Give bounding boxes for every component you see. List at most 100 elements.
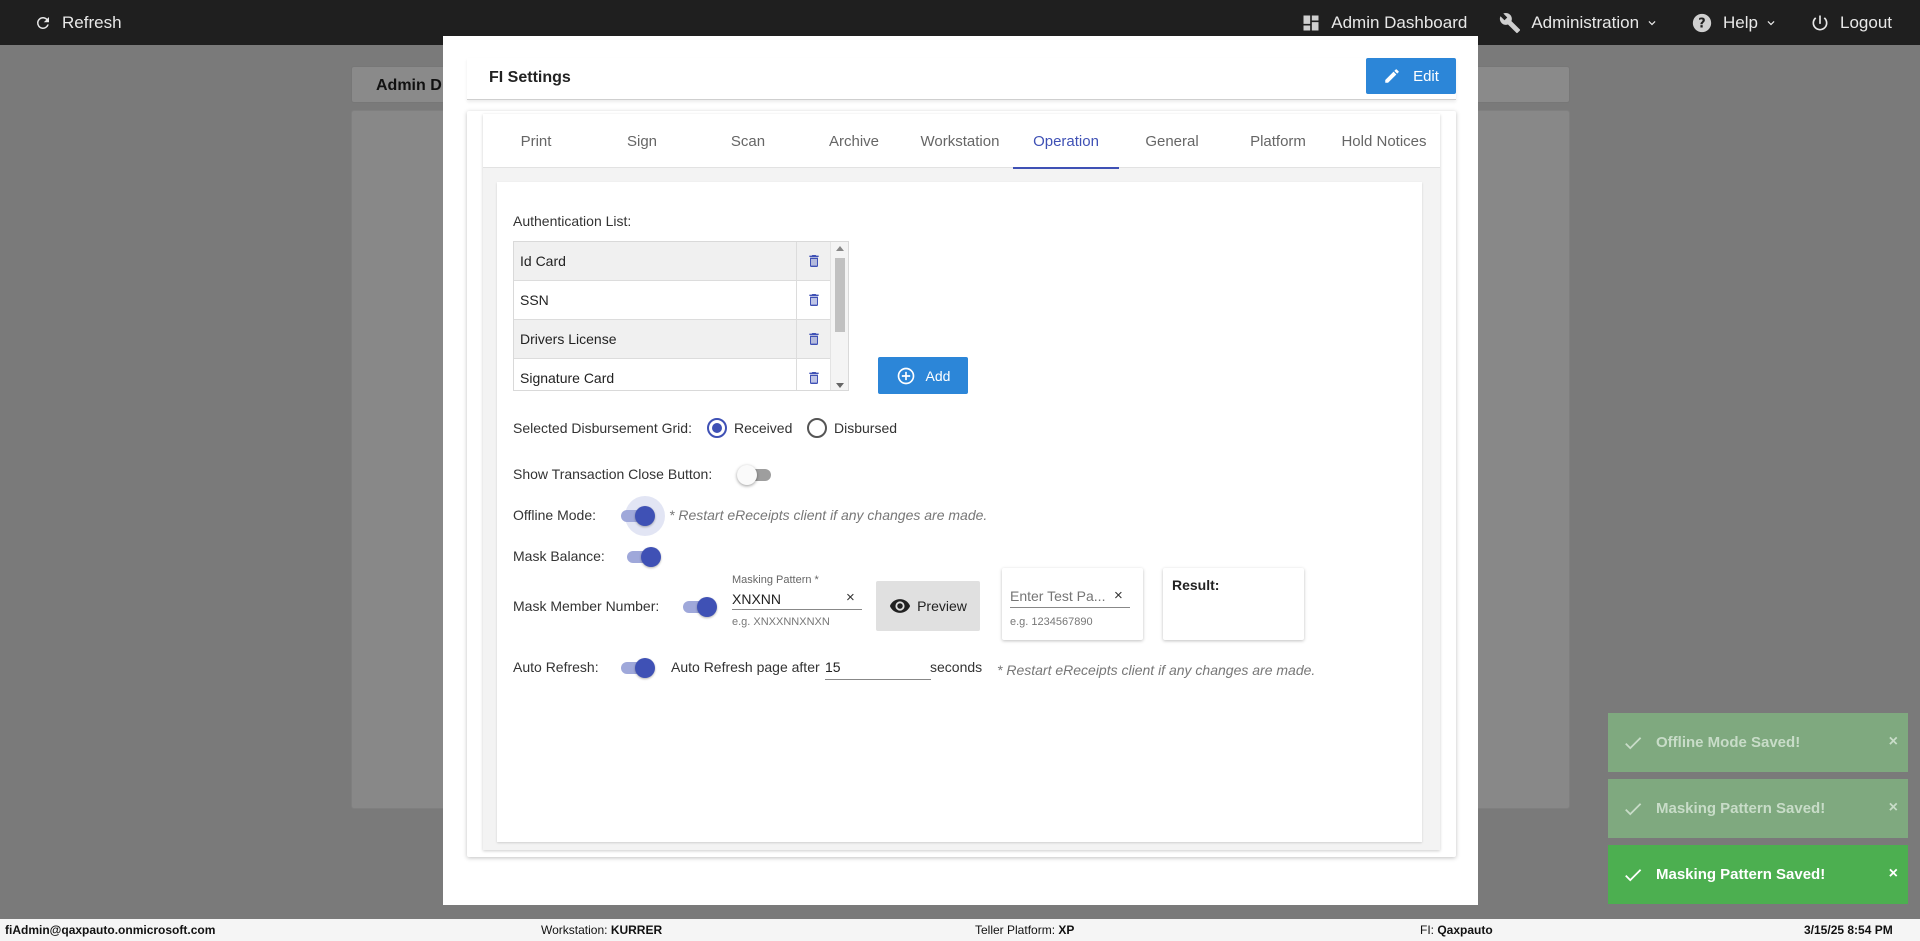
tab-operation[interactable]: Operation [1013, 114, 1119, 169]
status-datetime: 3/15/25 8:54 PM [1804, 923, 1893, 937]
wrench-icon [1499, 12, 1521, 34]
settings-tabs-container: Print Sign Scan Archive Workstation Oper… [483, 114, 1440, 850]
logout-label: Logout [1840, 12, 1892, 32]
eye-icon [889, 595, 911, 617]
list-item-label: Id Card [514, 242, 797, 280]
auto-refresh-seconds-input[interactable] [825, 654, 931, 680]
close-icon[interactable]: × [1889, 865, 1898, 883]
test-pattern-box: × e.g. 1234567890 [1002, 568, 1143, 640]
close-icon[interactable]: × [1889, 733, 1898, 751]
clear-pattern-icon[interactable]: × [846, 589, 855, 606]
transaction-close-label: Show Transaction Close Button: [513, 466, 713, 482]
tab-workstation[interactable]: Workstation [907, 114, 1013, 168]
dashboard-icon [1301, 13, 1321, 33]
radio-received[interactable] [707, 418, 727, 438]
trash-icon[interactable] [797, 320, 831, 358]
settings-card: Print Sign Scan Archive Workstation Oper… [467, 111, 1456, 857]
mask-balance-toggle[interactable] [625, 546, 661, 568]
list-scrollbar[interactable] [830, 242, 848, 390]
admin-dashboard-link[interactable]: Admin Dashboard [1301, 13, 1467, 33]
tab-archive[interactable]: Archive [801, 114, 907, 168]
chevron-down-icon [1764, 16, 1778, 30]
radio-received-label: Received [734, 420, 793, 436]
test-pattern-input[interactable] [1010, 584, 1130, 608]
list-item-label: Drivers License [514, 320, 797, 358]
result-label: Result: [1172, 577, 1220, 593]
transaction-close-toggle[interactable] [737, 464, 773, 486]
auto-refresh-toggle[interactable] [619, 657, 655, 679]
fi-settings-modal: FI Settings Edit Print Sign Scan Archive… [443, 36, 1478, 905]
modal-header: FI Settings Edit [467, 58, 1456, 100]
logout-button[interactable]: Logout [1810, 13, 1892, 33]
add-button[interactable]: Add [878, 357, 968, 394]
tab-print[interactable]: Print [483, 114, 589, 168]
offline-mode-toggle[interactable] [619, 496, 665, 536]
list-item[interactable]: Drivers License [514, 320, 848, 359]
mask-member-label: Mask Member Number: [513, 598, 660, 614]
tab-general[interactable]: General [1119, 114, 1225, 168]
edit-button[interactable]: Edit [1366, 58, 1456, 94]
scroll-down-arrow-icon[interactable] [836, 383, 844, 388]
list-item[interactable]: SSN [514, 281, 848, 320]
scrollbar-thumb[interactable] [835, 258, 845, 332]
preview-label: Preview [917, 598, 967, 614]
toast-message: Offline Mode Saved! [1656, 734, 1801, 751]
radio-disbursed[interactable] [807, 418, 827, 438]
trash-icon[interactable] [797, 242, 831, 280]
scroll-up-arrow-icon[interactable] [836, 246, 844, 251]
mask-member-toggle[interactable] [681, 596, 717, 618]
toast-message: Masking Pattern Saved! [1656, 866, 1826, 883]
add-label: Add [925, 367, 951, 384]
list-item-label: SSN [514, 281, 797, 319]
close-icon[interactable]: × [1889, 799, 1898, 817]
tab-sign[interactable]: Sign [589, 114, 695, 168]
help-menu[interactable]: ? Help [1691, 12, 1778, 34]
tab-hold-notices[interactable]: Hold Notices [1331, 114, 1437, 168]
background-tab-label: Admin D [376, 77, 442, 94]
auto-refresh-label: Auto Refresh: [513, 659, 599, 675]
auto-refresh-note: * Restart eReceipts client if any change… [997, 662, 1316, 678]
preview-button[interactable]: Preview [876, 581, 980, 631]
status-platform: Teller Platform: XP [975, 923, 1075, 937]
authentication-list[interactable]: Id Card SSN Drivers License Signature Ca… [513, 241, 849, 391]
disbursement-label: Selected Disbursement Grid: [513, 420, 692, 436]
status-workstation: Workstation: KURRER [541, 923, 663, 937]
auto-refresh-seconds-field [825, 654, 931, 680]
help-icon: ? [1691, 12, 1713, 34]
help-label: Help [1723, 12, 1758, 32]
mask-balance-label: Mask Balance: [513, 548, 605, 564]
status-user: fiAdmin@qaxpauto.onmicrosoft.com [5, 923, 216, 937]
masking-pattern-input[interactable] [732, 588, 862, 610]
check-icon [1622, 732, 1644, 754]
refresh-button[interactable]: Refresh [34, 13, 122, 33]
tab-scan[interactable]: Scan [695, 114, 801, 168]
clear-test-icon[interactable]: × [1114, 587, 1123, 604]
list-item[interactable]: Id Card [514, 242, 848, 281]
edit-label: Edit [1413, 67, 1439, 85]
operation-panel: Authentication List: Id Card SSN Drivers… [497, 182, 1422, 842]
seconds-label: seconds [930, 659, 983, 675]
toast-offline-mode-saved: Offline Mode Saved! × [1608, 713, 1908, 772]
administration-label: Administration [1531, 12, 1640, 32]
test-pattern-hint: e.g. 1234567890 [1010, 616, 1093, 628]
refresh-icon [34, 14, 52, 32]
masking-pattern-label: Masking Pattern * [732, 574, 819, 586]
tab-platform[interactable]: Platform [1225, 114, 1331, 168]
modal-title: FI Settings [489, 69, 571, 86]
settings-tab-bar: Print Sign Scan Archive Workstation Oper… [483, 114, 1440, 169]
power-icon [1810, 13, 1830, 33]
admin-dashboard-label: Admin Dashboard [1331, 12, 1468, 32]
trash-icon[interactable] [797, 359, 831, 390]
refresh-label: Refresh [62, 12, 122, 32]
trash-icon[interactable] [797, 281, 831, 319]
auto-refresh-after-label: Auto Refresh page after [671, 659, 820, 675]
administration-menu[interactable]: Administration [1499, 12, 1659, 34]
list-item-label: Signature Card [514, 359, 797, 390]
check-icon [1622, 798, 1644, 820]
status-fi: FI: Qaxpauto [1420, 923, 1493, 937]
status-bar: fiAdmin@qaxpauto.onmicrosoft.com Worksta… [0, 919, 1920, 941]
radio-disbursed-label: Disbursed [834, 420, 898, 436]
toast-masking-pattern-saved: Masking Pattern Saved! × [1608, 779, 1908, 838]
check-icon [1622, 864, 1644, 886]
list-item[interactable]: Signature Card [514, 359, 848, 390]
